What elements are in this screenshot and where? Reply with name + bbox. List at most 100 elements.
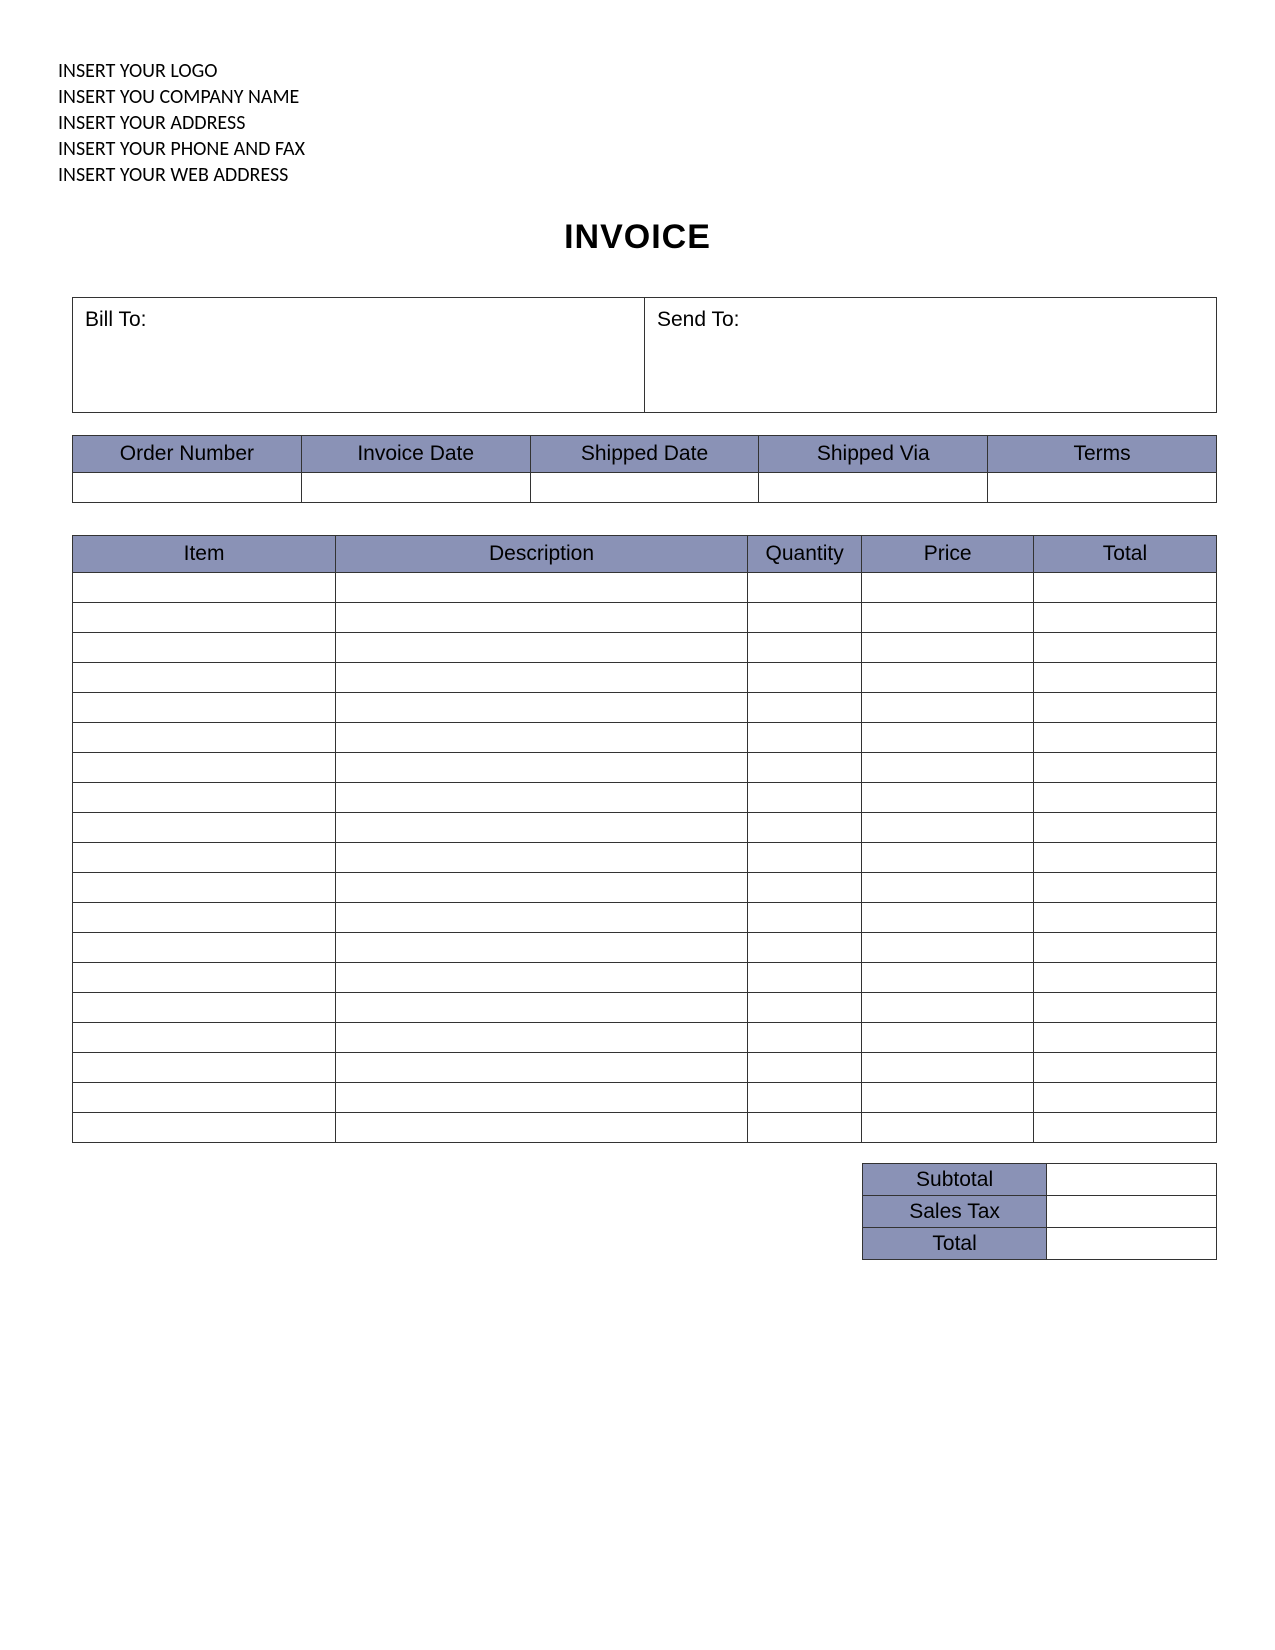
item-description-cell[interactable] xyxy=(336,933,748,963)
item-quantity-cell[interactable] xyxy=(747,963,861,993)
item-total-cell[interactable] xyxy=(1033,783,1216,813)
item-description-cell[interactable] xyxy=(336,843,748,873)
item-description-cell[interactable] xyxy=(336,903,748,933)
item-item-cell[interactable] xyxy=(73,753,336,783)
item-price-cell[interactable] xyxy=(862,1053,1034,1083)
item-item-cell[interactable] xyxy=(73,723,336,753)
item-total-cell[interactable] xyxy=(1033,903,1216,933)
item-item-cell[interactable] xyxy=(73,633,336,663)
item-price-cell[interactable] xyxy=(862,1083,1034,1113)
item-price-cell[interactable] xyxy=(862,693,1034,723)
item-total-cell[interactable] xyxy=(1033,933,1216,963)
item-description-cell[interactable] xyxy=(336,783,748,813)
item-item-cell[interactable] xyxy=(73,1083,336,1113)
item-total-cell[interactable] xyxy=(1033,573,1216,603)
item-item-cell[interactable] xyxy=(73,603,336,633)
item-total-cell[interactable] xyxy=(1033,603,1216,633)
item-price-cell[interactable] xyxy=(862,843,1034,873)
item-quantity-cell[interactable] xyxy=(747,603,861,633)
item-quantity-cell[interactable] xyxy=(747,933,861,963)
item-quantity-cell[interactable] xyxy=(747,1023,861,1053)
item-price-cell[interactable] xyxy=(862,603,1034,633)
item-price-cell[interactable] xyxy=(862,963,1034,993)
item-quantity-cell[interactable] xyxy=(747,753,861,783)
item-total-cell[interactable] xyxy=(1033,663,1216,693)
item-quantity-cell[interactable] xyxy=(747,633,861,663)
item-total-cell[interactable] xyxy=(1033,843,1216,873)
item-description-cell[interactable] xyxy=(336,813,748,843)
item-item-cell[interactable] xyxy=(73,843,336,873)
subtotal-value[interactable] xyxy=(1047,1164,1217,1196)
item-item-cell[interactable] xyxy=(73,573,336,603)
item-quantity-cell[interactable] xyxy=(747,693,861,723)
total-value[interactable] xyxy=(1047,1228,1217,1260)
item-description-cell[interactable] xyxy=(336,873,748,903)
shipped-date-cell[interactable] xyxy=(530,473,759,503)
item-quantity-cell[interactable] xyxy=(747,993,861,1023)
item-total-cell[interactable] xyxy=(1033,993,1216,1023)
item-item-cell[interactable] xyxy=(73,1053,336,1083)
order-number-cell[interactable] xyxy=(73,473,302,503)
item-price-cell[interactable] xyxy=(862,903,1034,933)
item-price-cell[interactable] xyxy=(862,783,1034,813)
item-description-cell[interactable] xyxy=(336,1053,748,1083)
item-item-cell[interactable] xyxy=(73,933,336,963)
item-item-cell[interactable] xyxy=(73,1023,336,1053)
item-quantity-cell[interactable] xyxy=(747,843,861,873)
item-description-cell[interactable] xyxy=(336,573,748,603)
item-price-cell[interactable] xyxy=(862,873,1034,903)
item-quantity-cell[interactable] xyxy=(747,1053,861,1083)
item-description-cell[interactable] xyxy=(336,753,748,783)
item-description-cell[interactable] xyxy=(336,993,748,1023)
item-description-cell[interactable] xyxy=(336,963,748,993)
item-total-cell[interactable] xyxy=(1033,963,1216,993)
item-description-cell[interactable] xyxy=(336,603,748,633)
item-quantity-cell[interactable] xyxy=(747,783,861,813)
item-price-cell[interactable] xyxy=(862,663,1034,693)
item-quantity-cell[interactable] xyxy=(747,873,861,903)
terms-cell[interactable] xyxy=(988,473,1217,503)
item-total-cell[interactable] xyxy=(1033,1083,1216,1113)
item-quantity-cell[interactable] xyxy=(747,573,861,603)
item-description-cell[interactable] xyxy=(336,693,748,723)
item-item-cell[interactable] xyxy=(73,993,336,1023)
item-price-cell[interactable] xyxy=(862,633,1034,663)
item-item-cell[interactable] xyxy=(73,903,336,933)
item-total-cell[interactable] xyxy=(1033,753,1216,783)
item-item-cell[interactable] xyxy=(73,813,336,843)
item-total-cell[interactable] xyxy=(1033,1023,1216,1053)
item-description-cell[interactable] xyxy=(336,723,748,753)
item-total-cell[interactable] xyxy=(1033,873,1216,903)
item-item-cell[interactable] xyxy=(73,783,336,813)
item-price-cell[interactable] xyxy=(862,933,1034,963)
send-to-cell[interactable]: Send To: xyxy=(645,298,1217,413)
item-quantity-cell[interactable] xyxy=(747,813,861,843)
item-price-cell[interactable] xyxy=(862,993,1034,1023)
invoice-date-cell[interactable] xyxy=(301,473,530,503)
item-price-cell[interactable] xyxy=(862,753,1034,783)
item-description-cell[interactable] xyxy=(336,663,748,693)
item-quantity-cell[interactable] xyxy=(747,663,861,693)
item-item-cell[interactable] xyxy=(73,1113,336,1143)
item-item-cell[interactable] xyxy=(73,663,336,693)
item-quantity-cell[interactable] xyxy=(747,1083,861,1113)
item-total-cell[interactable] xyxy=(1033,693,1216,723)
salestax-value[interactable] xyxy=(1047,1196,1217,1228)
item-total-cell[interactable] xyxy=(1033,1053,1216,1083)
item-description-cell[interactable] xyxy=(336,1083,748,1113)
bill-to-cell[interactable]: Bill To: xyxy=(73,298,645,413)
item-item-cell[interactable] xyxy=(73,873,336,903)
item-price-cell[interactable] xyxy=(862,813,1034,843)
item-item-cell[interactable] xyxy=(73,693,336,723)
item-quantity-cell[interactable] xyxy=(747,903,861,933)
item-total-cell[interactable] xyxy=(1033,813,1216,843)
item-price-cell[interactable] xyxy=(862,723,1034,753)
shipped-via-cell[interactable] xyxy=(759,473,988,503)
item-description-cell[interactable] xyxy=(336,1023,748,1053)
item-price-cell[interactable] xyxy=(862,1023,1034,1053)
item-total-cell[interactable] xyxy=(1033,723,1216,753)
item-price-cell[interactable] xyxy=(862,1113,1034,1143)
item-price-cell[interactable] xyxy=(862,573,1034,603)
item-total-cell[interactable] xyxy=(1033,633,1216,663)
item-quantity-cell[interactable] xyxy=(747,723,861,753)
